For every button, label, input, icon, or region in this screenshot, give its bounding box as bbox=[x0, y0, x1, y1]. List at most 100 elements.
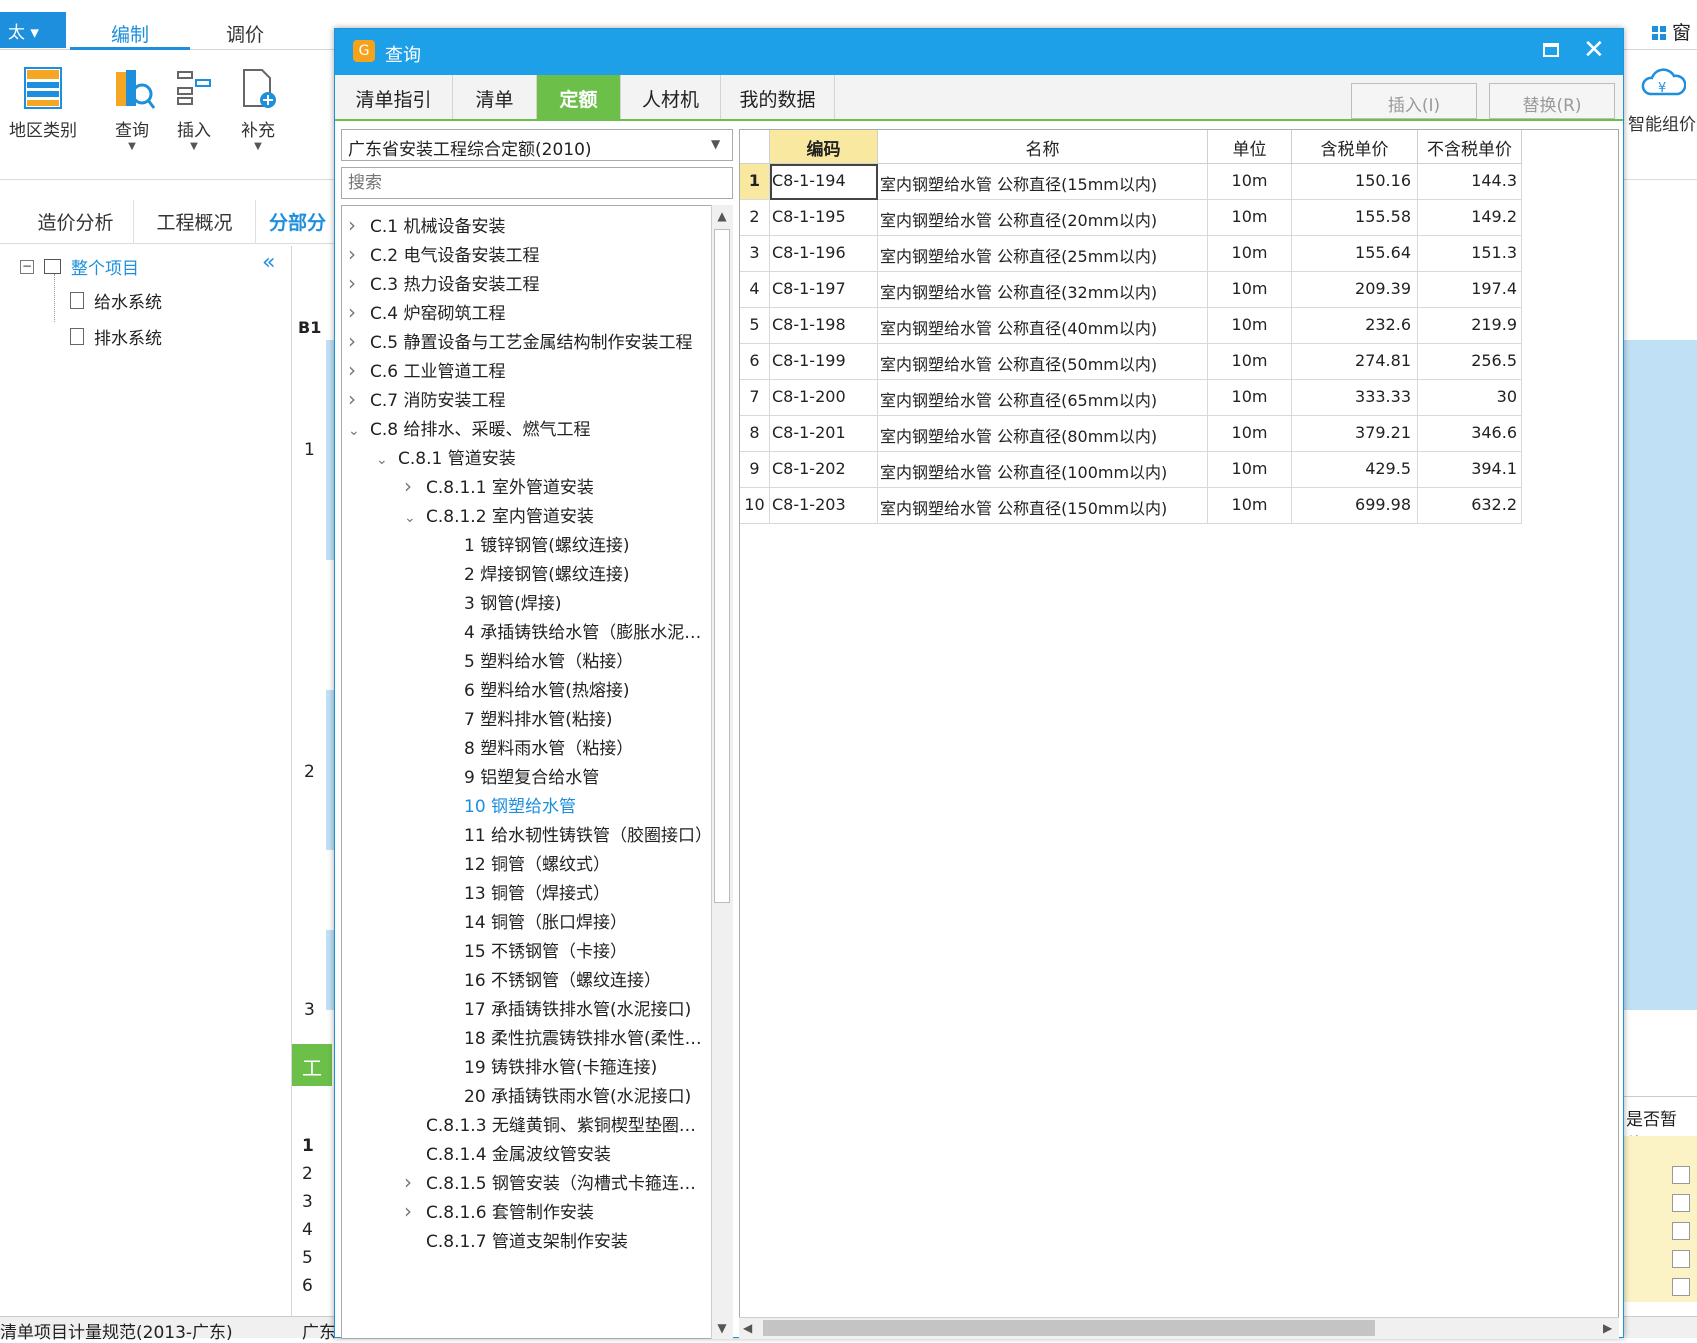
grid-cell-index[interactable]: 3 bbox=[740, 236, 770, 272]
grid-cell-name[interactable]: 室内钢塑给水管 公称直径(150mm以内) bbox=[878, 488, 1208, 524]
grid-header-code[interactable]: 编码 bbox=[770, 130, 878, 164]
close-icon[interactable]: ✕ bbox=[1583, 35, 1605, 65]
collapse-panel-icon[interactable]: « bbox=[262, 250, 275, 275]
grid-cell-code[interactable]: C8-1-201 bbox=[770, 416, 878, 452]
grid-cell-index[interactable]: 6 bbox=[740, 344, 770, 380]
grid-cell-name[interactable]: 室内钢塑给水管 公称直径(40mm以内) bbox=[878, 308, 1208, 344]
chevron-right-icon[interactable]: › bbox=[348, 329, 370, 353]
grid-cell-notax-price[interactable]: 346.6 bbox=[1418, 416, 1522, 452]
app-menu-button[interactable]: 太 ▾ bbox=[0, 12, 66, 48]
tree-item[interactable]: 11 给水韧性铸铁管（胶圈接口） bbox=[432, 821, 712, 846]
tree-item[interactable]: 12 铜管（螺纹式） bbox=[432, 850, 610, 875]
tab-adjust-price[interactable]: 调价 bbox=[190, 14, 300, 50]
grid-cell-tax-price[interactable]: 232.6 bbox=[1292, 308, 1418, 344]
tree-item[interactable]: 19 铸铁排水管(卡箍连接) bbox=[432, 1053, 657, 1078]
query-button[interactable]: 查询 ▼ bbox=[100, 66, 164, 152]
search-input[interactable] bbox=[341, 167, 733, 199]
chevron-right-icon[interactable]: › bbox=[348, 300, 370, 324]
grid-cell-tax-price[interactable]: 155.58 bbox=[1292, 200, 1418, 236]
grid-cell-tax-price[interactable]: 699.98 bbox=[1292, 488, 1418, 524]
tree-item[interactable]: ⌄ C.8 给排水、采暖、燃气工程 bbox=[348, 415, 591, 440]
tree-item[interactable]: › C.7 消防安装工程 bbox=[348, 386, 506, 411]
dialog-title-bar[interactable]: G 查询 ✕ bbox=[335, 29, 1623, 75]
smart-pricing-button[interactable]: ¥ 智能组价 bbox=[1628, 64, 1697, 135]
grid-cell-tax-price[interactable]: 274.81 bbox=[1292, 344, 1418, 380]
tree-node-water-supply[interactable]: 给水系统 bbox=[70, 288, 162, 313]
tree-item[interactable]: › C.5 静置设备与工艺金属结构制作安装工程 bbox=[348, 328, 693, 353]
chevron-right-icon[interactable]: › bbox=[348, 213, 370, 237]
chevron-right-icon[interactable]: › bbox=[348, 271, 370, 295]
tree-item[interactable]: 5 塑料给水管（粘接） bbox=[432, 647, 633, 672]
chevron-down-icon[interactable]: ⌄ bbox=[376, 452, 398, 468]
grid-cell-tax-price[interactable]: 209.39 bbox=[1292, 272, 1418, 308]
grid-cell-name[interactable]: 室内钢塑给水管 公称直径(25mm以内) bbox=[878, 236, 1208, 272]
grid-cell-notax-price[interactable]: 219.9 bbox=[1418, 308, 1522, 344]
grid-cell-tax-price[interactable]: 155.64 bbox=[1292, 236, 1418, 272]
estimate-checkbox[interactable] bbox=[1672, 1222, 1690, 1240]
chevron-right-icon[interactable]: › bbox=[404, 474, 426, 498]
tree-item[interactable]: › C.4 炉窑砌筑工程 bbox=[348, 299, 506, 324]
chevron-down-icon[interactable]: ⌄ bbox=[404, 510, 426, 526]
grid-cell-notax-price[interactable]: 394.1 bbox=[1418, 452, 1522, 488]
grid-cell-notax-price[interactable]: 632.2 bbox=[1418, 488, 1522, 524]
grid-cell-notax-price[interactable]: 149.2 bbox=[1418, 200, 1522, 236]
tree-item[interactable]: 9 铝塑复合给水管 bbox=[432, 763, 599, 788]
grid-cell-unit[interactable]: 10m bbox=[1208, 452, 1292, 488]
grid-header-name[interactable]: 名称 bbox=[878, 130, 1208, 164]
chevron-right-icon[interactable]: › bbox=[348, 242, 370, 266]
chevron-down-icon[interactable]: ▼ bbox=[711, 137, 720, 151]
grid-cell-index[interactable]: 9 bbox=[740, 452, 770, 488]
tree-item[interactable]: › C.3 热力设备安装工程 bbox=[348, 270, 540, 295]
tree-item[interactable]: 10 钢塑给水管 bbox=[432, 792, 576, 817]
tree-item[interactable]: C.8.1.3 无缝黄铜、紫铜楔型垫圈… bbox=[404, 1111, 696, 1136]
grid-scroll-thumb[interactable] bbox=[763, 1320, 1375, 1336]
insert-button[interactable]: 插入 ▼ bbox=[162, 66, 226, 152]
chevron-right-icon[interactable]: › bbox=[404, 1170, 426, 1194]
bg-green-tab[interactable]: 工 bbox=[292, 1044, 332, 1086]
grid-cell-name[interactable]: 室内钢塑给水管 公称直径(15mm以内) bbox=[878, 164, 1208, 200]
grid-cell-unit[interactable]: 10m bbox=[1208, 200, 1292, 236]
estimate-checkbox[interactable] bbox=[1672, 1194, 1690, 1212]
grid-cell-index[interactable]: 7 bbox=[740, 380, 770, 416]
grid-cell-code[interactable]: C8-1-198 bbox=[770, 308, 878, 344]
tree-root-node[interactable]: − 整个项目 bbox=[20, 254, 139, 279]
tab-my-data[interactable]: 我的数据 bbox=[721, 75, 835, 119]
scroll-up-icon[interactable]: ▲ bbox=[711, 205, 733, 227]
chevron-right-icon[interactable]: › bbox=[348, 387, 370, 411]
tab-bill-guide[interactable]: 清单指引 bbox=[335, 75, 453, 119]
tree-item[interactable]: › C.1 机械设备安装 bbox=[348, 212, 506, 237]
tree-item[interactable]: 18 柔性抗震铸铁排水管(柔性… bbox=[432, 1024, 702, 1049]
estimate-checkbox[interactable] bbox=[1672, 1250, 1690, 1268]
grid-cell-unit[interactable]: 10m bbox=[1208, 164, 1292, 200]
grid-cell-code[interactable]: C8-1-196 bbox=[770, 236, 878, 272]
grid-cell-index[interactable]: 1 bbox=[740, 164, 770, 200]
grid-cell-unit[interactable]: 10m bbox=[1208, 236, 1292, 272]
grid-cell-tax-price[interactable]: 150.16 bbox=[1292, 164, 1418, 200]
grid-header-tax-price[interactable]: 含税单价 bbox=[1292, 130, 1418, 164]
chevron-down-icon[interactable]: ⌄ bbox=[348, 423, 370, 439]
insert-button[interactable]: 插入(I) bbox=[1351, 83, 1477, 119]
scroll-right-icon[interactable]: ▶ bbox=[1603, 1321, 1612, 1335]
grid-cell-code[interactable]: C8-1-203 bbox=[770, 488, 878, 524]
grid-cell-index[interactable]: 8 bbox=[740, 416, 770, 452]
tree-item[interactable]: 20 承插铸铁雨水管(水泥接口) bbox=[432, 1082, 691, 1107]
tree-item[interactable]: 4 承插铸铁给水管（膨胀水泥… bbox=[432, 618, 701, 643]
tree-item[interactable]: C.8.1.4 金属波纹管安装 bbox=[404, 1140, 611, 1165]
tree-item[interactable]: › C.8.1.6 套管制作安装 bbox=[404, 1198, 594, 1223]
estimate-checkbox[interactable] bbox=[1672, 1166, 1690, 1184]
tab-section-items[interactable]: 分部分 bbox=[258, 200, 338, 244]
grid-cell-name[interactable]: 室内钢塑给水管 公称直径(80mm以内) bbox=[878, 416, 1208, 452]
collapse-box-icon[interactable]: − bbox=[20, 259, 34, 274]
scroll-left-icon[interactable]: ◀ bbox=[743, 1321, 752, 1335]
chevron-right-icon[interactable]: › bbox=[348, 358, 370, 382]
supplement-button[interactable]: 补充 ▼ bbox=[226, 66, 290, 152]
grid-cell-name[interactable]: 室内钢塑给水管 公称直径(20mm以内) bbox=[878, 200, 1208, 236]
grid-cell-unit[interactable]: 10m bbox=[1208, 380, 1292, 416]
grid-cell-notax-price[interactable]: 256.5 bbox=[1418, 344, 1522, 380]
grid-cell-name[interactable]: 室内钢塑给水管 公称直径(65mm以内) bbox=[878, 380, 1208, 416]
estimate-checkbox[interactable] bbox=[1672, 1278, 1690, 1296]
tab-edit[interactable]: 编制 bbox=[70, 14, 190, 50]
region-category-button[interactable]: 地区类别 bbox=[4, 66, 82, 141]
quota-library-select[interactable]: 广东省安装工程综合定额(2010) bbox=[341, 129, 733, 161]
grid-cell-notax-price[interactable]: 151.3 bbox=[1418, 236, 1522, 272]
